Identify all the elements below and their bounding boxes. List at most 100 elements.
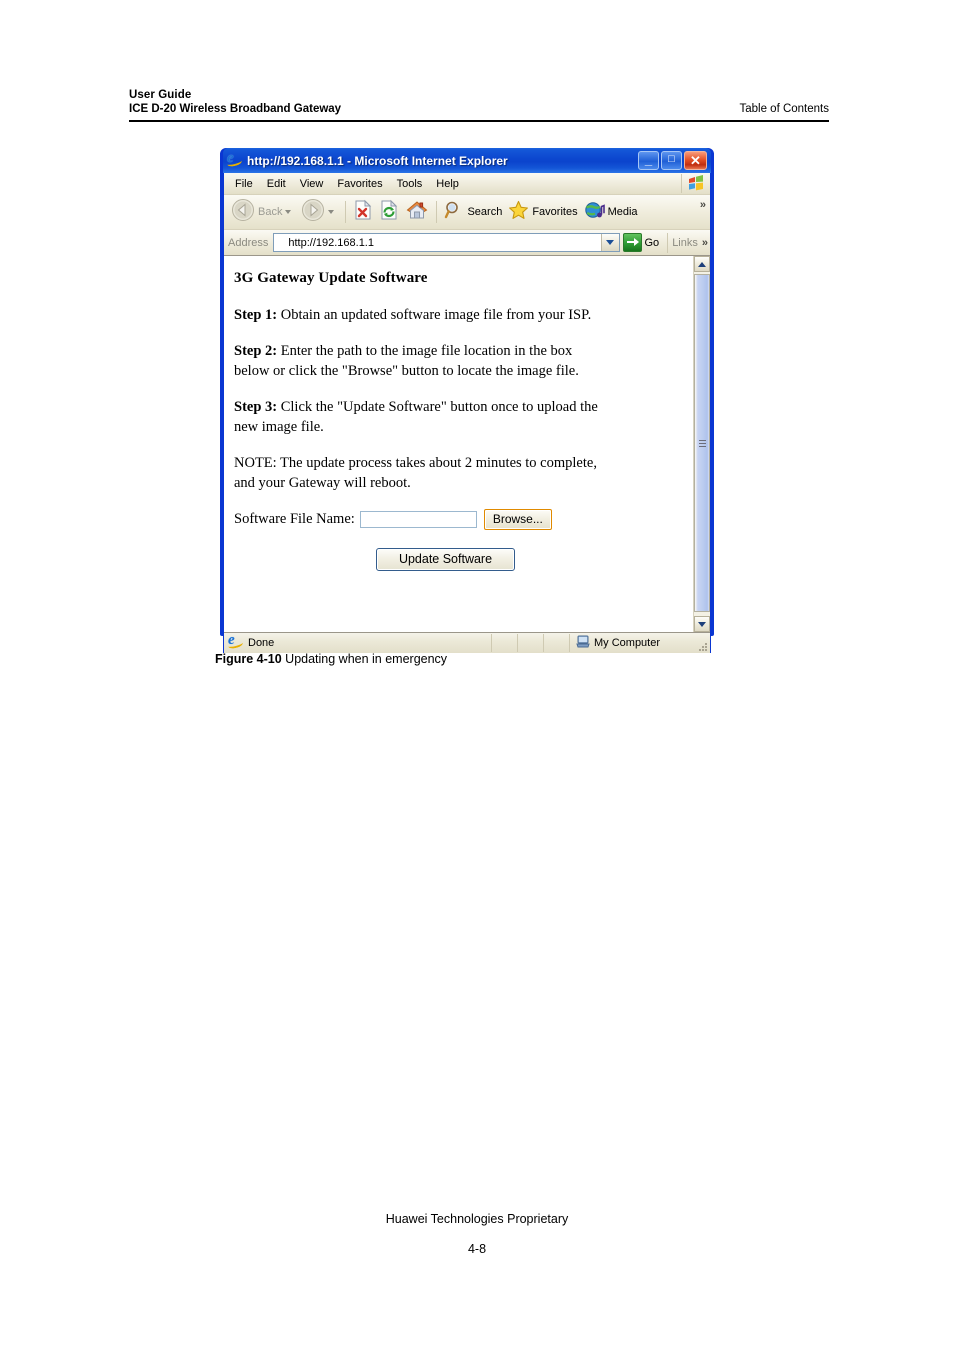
address-dropdown-button[interactable] bbox=[600, 234, 619, 251]
security-zone-label: My Computer bbox=[594, 637, 661, 649]
home-button[interactable] bbox=[402, 197, 432, 227]
address-input[interactable]: http://192.168.1.1 bbox=[273, 233, 620, 252]
scrollbar-grip-icon bbox=[698, 439, 706, 447]
media-label: Media bbox=[607, 206, 638, 218]
navigation-toolbar: Back Search Favorites Media » bbox=[224, 195, 710, 230]
step-1-text: Obtain an updated software image file fr… bbox=[277, 306, 592, 323]
header-table-of-contents: Table of Contents bbox=[739, 103, 829, 115]
toolbar-overflow-chevron-icon[interactable]: » bbox=[700, 199, 706, 211]
back-arrow-icon bbox=[231, 198, 255, 227]
favorites-button[interactable]: Favorites bbox=[505, 197, 580, 227]
media-button[interactable]: Media bbox=[581, 197, 641, 227]
step-3-text: Click the "Update Software" button once … bbox=[234, 398, 598, 435]
gateway-update-page: 3G Gateway Update Software Step 1: Obtai… bbox=[224, 256, 693, 632]
go-button[interactable]: Go bbox=[621, 233, 664, 252]
resize-grip-icon[interactable] bbox=[697, 641, 707, 651]
maximize-button[interactable]: □ bbox=[661, 151, 682, 170]
toolbar-separator-1 bbox=[345, 201, 347, 223]
status-message-cell: Done bbox=[224, 632, 492, 652]
step-2-text: Enter the path to the image file locatio… bbox=[234, 342, 579, 379]
page-content-area: 3G Gateway Update Software Step 1: Obtai… bbox=[224, 256, 710, 633]
favorites-label: Favorites bbox=[532, 206, 578, 218]
chevron-down-icon bbox=[606, 240, 614, 245]
internet-explorer-window: http://192.168.1.1 - Microsoft Internet … bbox=[220, 148, 714, 653]
figure-caption-label: Figure 4-10 bbox=[215, 652, 282, 666]
scroll-up-button[interactable] bbox=[694, 256, 710, 272]
forward-arrow-icon bbox=[301, 198, 325, 227]
note-text: The update process takes about 2 minutes… bbox=[234, 454, 597, 491]
update-button-row: Update Software bbox=[234, 547, 693, 571]
page-number: 4-8 bbox=[467, 1242, 487, 1256]
status-pad-2 bbox=[518, 634, 544, 652]
address-separator bbox=[667, 232, 669, 253]
software-file-input[interactable] bbox=[359, 510, 477, 528]
chevron-up-icon bbox=[698, 261, 706, 267]
page-footer: Huawei Technologies Proprietary bbox=[385, 1212, 569, 1226]
media-globe-icon bbox=[584, 200, 605, 225]
software-file-row: Software File Name: Browse... bbox=[234, 508, 693, 530]
window-controls: _ □ ✕ bbox=[638, 151, 709, 170]
scrollbar-thumb[interactable] bbox=[694, 274, 710, 612]
my-computer-icon bbox=[576, 635, 590, 651]
maximize-icon: □ bbox=[668, 153, 675, 165]
menu-item-view[interactable]: View bbox=[293, 176, 331, 192]
stop-button[interactable] bbox=[350, 197, 376, 227]
menu-item-help[interactable]: Help bbox=[429, 176, 466, 192]
back-dropdown-chevron-down-icon[interactable] bbox=[285, 210, 292, 214]
window-title: http://192.168.1.1 - Microsoft Internet … bbox=[247, 153, 508, 168]
window-title-bar[interactable]: http://192.168.1.1 - Microsoft Internet … bbox=[223, 148, 711, 173]
chevron-down-icon bbox=[698, 621, 706, 627]
toolbar-separator-2 bbox=[436, 201, 438, 223]
note-paragraph: NOTE: The update process takes about 2 m… bbox=[234, 453, 606, 493]
ie-e-icon bbox=[227, 150, 243, 169]
menu-item-favorites[interactable]: Favorites bbox=[330, 176, 389, 192]
update-software-button[interactable]: Update Software bbox=[375, 547, 516, 571]
header-line-user-guide: User Guide bbox=[129, 89, 192, 101]
close-button[interactable]: ✕ bbox=[684, 151, 707, 170]
links-label[interactable]: Links bbox=[672, 237, 698, 249]
header-rule bbox=[129, 120, 829, 122]
address-value[interactable]: http://192.168.1.1 bbox=[274, 237, 600, 249]
address-label: Address bbox=[228, 236, 269, 249]
security-zone-cell[interactable]: My Computer bbox=[570, 634, 710, 652]
page-vertical-scrollbar[interactable] bbox=[693, 256, 710, 632]
step-3-paragraph: Step 3: Click the "Update Software" butt… bbox=[234, 397, 606, 437]
menu-separator bbox=[681, 174, 682, 193]
back-label: Back bbox=[258, 206, 283, 218]
star-icon bbox=[508, 200, 529, 225]
step-2-paragraph: Step 2: Enter the path to the image file… bbox=[234, 341, 606, 381]
page-title: 3G Gateway Update Software bbox=[234, 270, 428, 286]
scroll-down-button[interactable] bbox=[694, 616, 710, 632]
header-product-name: ICE D-20 Wireless Broadband Gateway bbox=[129, 103, 342, 115]
step-3-label: Step 3: bbox=[234, 398, 278, 415]
address-overflow-chevron-icon[interactable]: » bbox=[702, 237, 708, 249]
home-icon bbox=[405, 199, 429, 226]
forward-button[interactable] bbox=[298, 197, 341, 227]
status-pad-1 bbox=[492, 634, 518, 652]
refresh-button[interactable] bbox=[376, 197, 402, 227]
menu-item-edit[interactable]: Edit bbox=[260, 176, 293, 192]
window-client-area: File Edit View Favorites Tools Help Back… bbox=[223, 173, 711, 633]
back-button[interactable]: Back bbox=[228, 197, 298, 227]
search-icon bbox=[444, 200, 464, 225]
status-bar: Done My Computer bbox=[223, 632, 711, 653]
step-1-label: Step 1: bbox=[234, 306, 278, 323]
ie-e-icon bbox=[228, 632, 244, 651]
stop-page-icon bbox=[353, 199, 373, 226]
minimize-button[interactable]: _ bbox=[638, 151, 659, 170]
go-label: Go bbox=[644, 236, 660, 249]
windows-flag-icon bbox=[687, 175, 705, 191]
status-message: Done bbox=[248, 637, 275, 649]
scrollbar-track[interactable] bbox=[694, 272, 710, 616]
search-button[interactable]: Search bbox=[441, 197, 505, 227]
forward-dropdown-chevron-down-icon[interactable] bbox=[328, 210, 335, 214]
document-header: User Guide ICE D-20 Wireless Broadband G… bbox=[129, 88, 829, 122]
minimize-icon: _ bbox=[644, 152, 653, 167]
address-bar: Address http://192.168.1.1 Go Links » bbox=[224, 230, 710, 256]
status-pad-3 bbox=[544, 634, 570, 652]
menu-item-tools[interactable]: Tools bbox=[390, 176, 430, 192]
menu-item-file[interactable]: File bbox=[228, 176, 260, 192]
step-2-label: Step 2: bbox=[234, 342, 278, 359]
browse-button[interactable]: Browse... bbox=[483, 508, 552, 530]
refresh-icon bbox=[379, 199, 399, 226]
